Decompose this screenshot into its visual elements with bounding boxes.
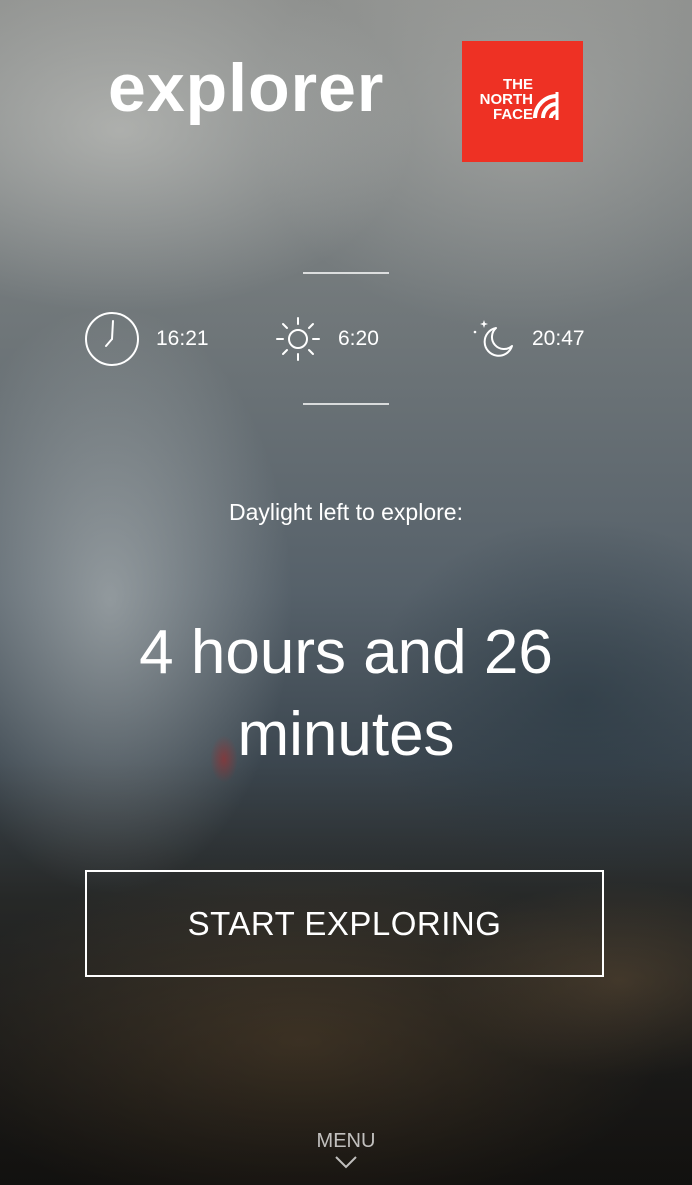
app-title: explorer: [108, 50, 385, 126]
current-time-value: 16:21: [156, 327, 209, 350]
daylight-remaining: 4 hours and 26 minutes: [139, 618, 553, 769]
north-face-logo: THE NORTH FACE: [462, 41, 583, 162]
svg-text:FACE: FACE: [492, 106, 532, 123]
daylight-label: Daylight left to explore:: [229, 499, 463, 525]
divider-top: [303, 272, 389, 274]
divider-bottom: [303, 403, 389, 405]
menu-toggle[interactable]: MENU: [296, 1130, 396, 1174]
home-screen: explorer THE NORTH FACE 16:21 6:20 20:47…: [0, 0, 692, 1185]
menu-label: MENU: [316, 1130, 376, 1152]
sunset-stat: 20:47: [470, 310, 585, 368]
clock-icon: [84, 311, 140, 367]
sunrise-value: 6:20: [338, 327, 379, 350]
start-exploring-button[interactable]: START EXPLORING: [85, 870, 604, 977]
sun-icon: [274, 315, 322, 363]
current-time-stat: 16:21: [84, 310, 209, 368]
moon-icon: [470, 316, 516, 362]
sunset-value: 20:47: [532, 327, 585, 350]
chevron-down-icon: [296, 1155, 396, 1174]
sunrise-stat: 6:20: [274, 310, 379, 368]
